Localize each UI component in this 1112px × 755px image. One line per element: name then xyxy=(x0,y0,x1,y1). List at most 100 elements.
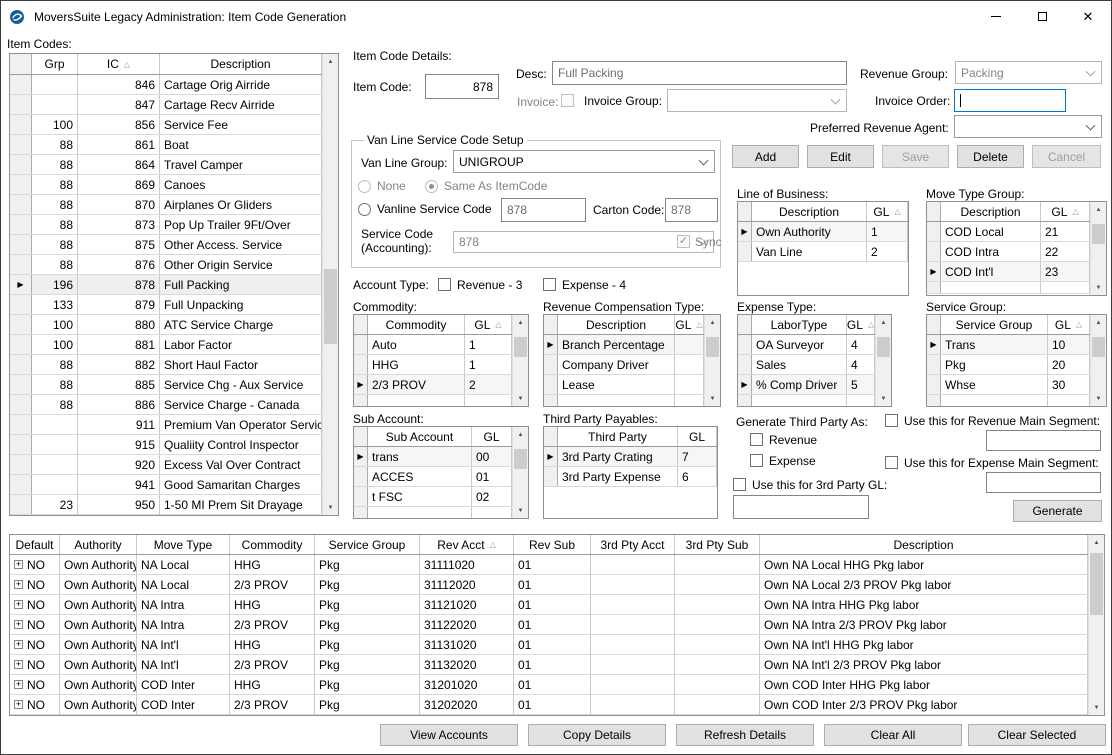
cell-commodity[interactable]: HHG xyxy=(230,635,315,654)
cell-move-type[interactable]: NA Int'l xyxy=(137,635,230,654)
cell-move-type[interactable]: NA Intra xyxy=(137,595,230,614)
item-code-input[interactable]: 878 xyxy=(425,74,499,99)
maximize-button[interactable] xyxy=(1019,1,1065,32)
cell-description[interactable]: Other Access. Service xyxy=(160,235,322,254)
van-line-group-select[interactable]: UNIGROUP xyxy=(453,150,715,173)
scroll-up-icon[interactable]: ▲ xyxy=(513,427,528,442)
header-service-group[interactable]: Service Group xyxy=(315,535,420,554)
row-selector-cell[interactable] xyxy=(10,155,32,174)
row-selector-cell[interactable] xyxy=(354,487,368,506)
cell-ic[interactable]: 856 xyxy=(78,115,160,134)
vertical-scrollbar[interactable]: ▲▼ xyxy=(1090,202,1106,295)
cell-authority[interactable]: Own Authority xyxy=(60,635,137,654)
row-selector-cell[interactable] xyxy=(10,395,32,414)
cell-move-type[interactable]: NA Local xyxy=(137,555,230,574)
item-code-row[interactable]: 100856Service Fee xyxy=(10,115,338,135)
cell-grp[interactable]: 88 xyxy=(32,175,78,194)
cell-description[interactable]: Own NA Local 2/3 PROV Pkg labor xyxy=(760,575,1088,594)
expense-main-segment-input[interactable] xyxy=(986,472,1101,493)
cell-gl[interactable]: 2 xyxy=(867,242,908,261)
cell-description[interactable]: Own COD Inter HHG Pkg labor xyxy=(760,675,1088,694)
item-code-row[interactable]: ▶196878Full Packing xyxy=(10,275,338,295)
cell-name[interactable]: 3rd Party Crating xyxy=(558,447,678,466)
cell-gl[interactable]: 01 xyxy=(472,467,512,486)
cell-gl[interactable] xyxy=(675,335,704,354)
scroll-down-icon[interactable]: ▼ xyxy=(1091,280,1106,295)
cell-gl[interactable]: 10 xyxy=(1048,335,1090,354)
cell-ic[interactable]: 881 xyxy=(78,335,160,354)
accounts-row[interactable]: +NOOwn AuthorityCOD Inter2/3 PROVPkg3120… xyxy=(10,695,1104,715)
cell-ic[interactable]: 846 xyxy=(78,75,160,94)
cell-gl[interactable]: 21 xyxy=(1041,222,1090,241)
cell-description[interactable]: Pop Up Trailer 9Ft/Over xyxy=(160,215,322,234)
cell-name[interactable]: HHG xyxy=(368,355,465,374)
cell-ic[interactable]: 920 xyxy=(78,455,160,474)
refresh-details-button[interactable]: Refresh Details xyxy=(676,724,814,746)
cell-commodity[interactable]: 2/3 PROV xyxy=(230,575,315,594)
cell-description[interactable]: Cartage Orig Airride xyxy=(160,75,322,94)
row-selector-cell[interactable]: ▶ xyxy=(354,447,368,466)
expander-icon[interactable]: + xyxy=(14,640,23,649)
cell-description[interactable]: Own NA Local HHG Pkg labor xyxy=(760,555,1088,574)
row-selector-cell[interactable] xyxy=(10,315,32,334)
header-sub_account-name[interactable]: Sub Account xyxy=(368,427,472,446)
item-code-row[interactable]: 915Qualiity Control Inspector xyxy=(10,435,338,455)
row-selector-cell[interactable]: ▶ xyxy=(927,335,941,354)
header-gl[interactable]: GL xyxy=(472,427,512,446)
revenue-compensation-type-row[interactable]: ▶Branch Percentage xyxy=(544,335,720,355)
row-selector-cell[interactable] xyxy=(354,355,368,374)
cell-ic[interactable]: 869 xyxy=(78,175,160,194)
cell-move-type[interactable]: NA Local xyxy=(137,575,230,594)
cell-grp[interactable] xyxy=(32,455,78,474)
row-selector-cell[interactable] xyxy=(927,242,941,261)
cell-authority[interactable]: Own Authority xyxy=(60,595,137,614)
row-selector-cell[interactable] xyxy=(10,195,32,214)
cell-rev-acct[interactable]: 31202020 xyxy=(420,695,514,714)
cell-third-pty-sub[interactable] xyxy=(675,675,760,694)
vertical-scrollbar[interactable]: ▲▼ xyxy=(512,427,528,518)
service-group-row[interactable]: Whse30 xyxy=(927,375,1106,395)
cell-description[interactable]: Cartage Recv Airride xyxy=(160,95,322,114)
cell-name[interactable]: Company Driver xyxy=(558,355,675,374)
scrollbar-thumb[interactable] xyxy=(1090,553,1103,615)
expander-icon[interactable]: + xyxy=(14,580,23,589)
row-selector-cell[interactable]: ▶ xyxy=(927,262,941,281)
row-selector-cell[interactable] xyxy=(927,222,941,241)
cell-rev-acct[interactable]: 31201020 xyxy=(420,675,514,694)
cell-grp[interactable]: 88 xyxy=(32,195,78,214)
cell-grp[interactable]: 88 xyxy=(32,355,78,374)
revenue-compensation-type-row[interactable]: Company Driver xyxy=(544,355,720,375)
row-selector-cell[interactable] xyxy=(354,467,368,486)
commodity-row[interactable]: HHG1 xyxy=(354,355,528,375)
cell-commodity[interactable]: 2/3 PROV xyxy=(230,695,315,714)
item-code-row[interactable]: 88882Short Haul Factor xyxy=(10,355,338,375)
row-selector-cell[interactable]: ▶ xyxy=(544,335,558,354)
commodity-row[interactable]: Auto1 xyxy=(354,335,528,355)
cell-name[interactable]: t FSC xyxy=(368,487,472,506)
row-selector-cell[interactable] xyxy=(927,355,941,374)
cell-ic[interactable]: 941 xyxy=(78,475,160,494)
vertical-scrollbar[interactable]: ▲▼ xyxy=(1090,315,1106,406)
minimize-button[interactable] xyxy=(973,1,1019,32)
cell-authority[interactable]: Own Authority xyxy=(60,695,137,714)
cell-rev-sub[interactable]: 01 xyxy=(514,695,591,714)
row-selector-cell[interactable] xyxy=(544,375,558,394)
cell-authority[interactable]: Own Authority xyxy=(60,615,137,634)
item-code-row[interactable]: 88886Service Charge - Canada xyxy=(10,395,338,415)
cell-description[interactable]: Canoes xyxy=(160,175,322,194)
header-expense_type-name[interactable]: LaborType xyxy=(752,315,847,334)
cell-description[interactable]: Service Chg - Aux Service xyxy=(160,375,322,394)
header-gl[interactable]: GL△ xyxy=(465,315,512,334)
cell-grp[interactable] xyxy=(32,75,78,94)
cell-third-pty-acct[interactable] xyxy=(591,675,675,694)
scrollbar-thumb[interactable] xyxy=(1092,224,1105,244)
copy-details-button[interactable]: Copy Details xyxy=(528,724,666,746)
use-third-party-gl-checkbox[interactable] xyxy=(733,478,746,491)
cell-third-pty-sub[interactable] xyxy=(675,555,760,574)
sub-account-row[interactable]: ACCES01 xyxy=(354,467,528,487)
accounts-row[interactable]: +NOOwn AuthorityNA Local2/3 PROVPkg31112… xyxy=(10,575,1104,595)
cell-authority[interactable]: Own Authority xyxy=(60,675,137,694)
cell-service-group[interactable]: Pkg xyxy=(315,635,420,654)
cell-third-pty-sub[interactable] xyxy=(675,655,760,674)
cell-description[interactable]: 1-50 MI Prem Sit Drayage xyxy=(160,495,322,514)
